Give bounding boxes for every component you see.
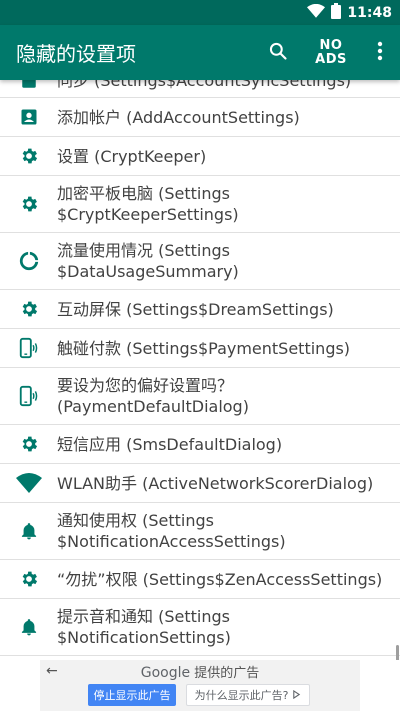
stop-showing-ad-button[interactable]: 停止显示此广告	[88, 684, 176, 706]
list-item[interactable]: 设置 (CryptKeeper)	[0, 137, 400, 176]
list-item[interactable]: 互动屏保 (Settings$DreamSettings)	[0, 290, 400, 329]
list-item-label: WLAN助手 (ActiveNetworkScorerDialog)	[57, 473, 374, 493]
battery-icon	[331, 2, 342, 23]
list-item[interactable]: 流量使用情况 (Settings $DataUsageSummary)	[0, 233, 400, 290]
data-usage-icon	[0, 250, 57, 272]
why-this-ad-label: 为什么显示此广告?	[194, 689, 289, 702]
list-item[interactable]: 同步 (Settings$AccountSyncSettings)	[0, 80, 400, 98]
adchoices-icon	[292, 689, 301, 702]
more-options-button[interactable]	[360, 29, 400, 77]
why-this-ad-button[interactable]: 为什么显示此广告?	[186, 684, 310, 706]
gear-icon	[0, 146, 57, 166]
list-item-label: 要设为您的偏好设置吗？(PaymentDefaultDialog)	[57, 376, 249, 416]
clock: 11:48	[347, 4, 392, 21]
status-bar: 11:48	[0, 0, 400, 25]
search-icon	[268, 41, 288, 65]
scrollbar-thumb[interactable]	[396, 645, 399, 660]
list-item-label: 通知使用权 (Settings $NotificationAccessSetti…	[57, 511, 286, 551]
list-item[interactable]: 添加帐户 (AddAccountSettings)	[0, 98, 400, 137]
list-item[interactable]: 触碰付款 (Settings$PaymentSettings)	[0, 329, 400, 368]
list-item-label: 添加帐户 (AddAccountSettings)	[57, 107, 300, 127]
list-item-label: 提示音和通知 (Settings $NotificationSettings)	[57, 607, 231, 647]
gear-icon	[0, 569, 57, 589]
ad-provider-line: Google 提供的广告	[40, 662, 360, 681]
list-item-label: 短信应用 (SmsDefaultDialog)	[57, 434, 283, 454]
page-title: 隐藏的设置项	[16, 42, 136, 66]
no-ads-line1: NO	[319, 37, 343, 53]
stop-showing-ad-label: 停止显示此广告	[93, 689, 171, 702]
nfc-phone-icon	[0, 337, 57, 359]
list-item[interactable]: WLAN助手 (ActiveNetworkScorerDialog)	[0, 464, 400, 503]
list-item[interactable]: 通知使用权 (Settings $NotificationAccessSetti…	[0, 503, 400, 560]
list-item[interactable]: 要设为您的偏好设置吗？(PaymentDefaultDialog)	[0, 368, 400, 425]
ad-banner: ← Google 提供的广告 停止显示此广告 为什么显示此广告?	[0, 660, 400, 711]
wifi-status-icon	[307, 3, 326, 22]
app-bar: 隐藏的设置项 NO ADS	[0, 25, 400, 80]
bell-icon	[0, 521, 57, 541]
no-ads-button[interactable]: NO ADS	[302, 29, 360, 77]
ad-provided-text: 提供的广告	[194, 666, 260, 681]
list-item[interactable]: 加密平板电脑 (Settings $CryptKeeperSettings)	[0, 176, 400, 233]
list-item-label: 流量使用情况 (Settings $DataUsageSummary)	[57, 241, 239, 281]
gear-icon	[0, 434, 57, 454]
account-box-icon	[0, 107, 57, 127]
list-item[interactable]: 提示音和通知 (Settings $NotificationSettings)	[0, 599, 400, 656]
google-logo: Google	[140, 665, 191, 681]
list-item[interactable]: 短信应用 (SmsDefaultDialog)	[0, 425, 400, 464]
list-item-label: 同步 (Settings$AccountSyncSettings)	[57, 80, 352, 90]
settings-list[interactable]: 同步 (Settings$AccountSyncSettings) 添加帐户 (…	[0, 80, 400, 660]
wifi-icon	[0, 473, 57, 493]
list-item[interactable]: “勿扰”权限 (Settings$ZenAccessSettings)	[0, 560, 400, 599]
gear-icon	[0, 194, 57, 214]
search-button[interactable]	[254, 29, 302, 77]
list-item-label: “勿扰”权限 (Settings$ZenAccessSettings)	[57, 569, 383, 589]
list-item-label: 互动屏保 (Settings$DreamSettings)	[57, 299, 334, 319]
ad-feedback-panel: ← Google 提供的广告 停止显示此广告 为什么显示此广告?	[40, 660, 360, 711]
nfc-phone-icon	[0, 385, 57, 407]
sync-icon	[0, 80, 57, 90]
more-vert-icon	[377, 41, 383, 65]
list-item-label: 设置 (CryptKeeper)	[57, 146, 207, 166]
gear-icon	[0, 299, 57, 319]
list-item-label: 加密平板电脑 (Settings $CryptKeeperSettings)	[57, 184, 239, 224]
list-item-label: 触碰付款 (Settings$PaymentSettings)	[57, 338, 351, 358]
bell-icon	[0, 617, 57, 637]
no-ads-line2: ADS	[315, 51, 347, 67]
